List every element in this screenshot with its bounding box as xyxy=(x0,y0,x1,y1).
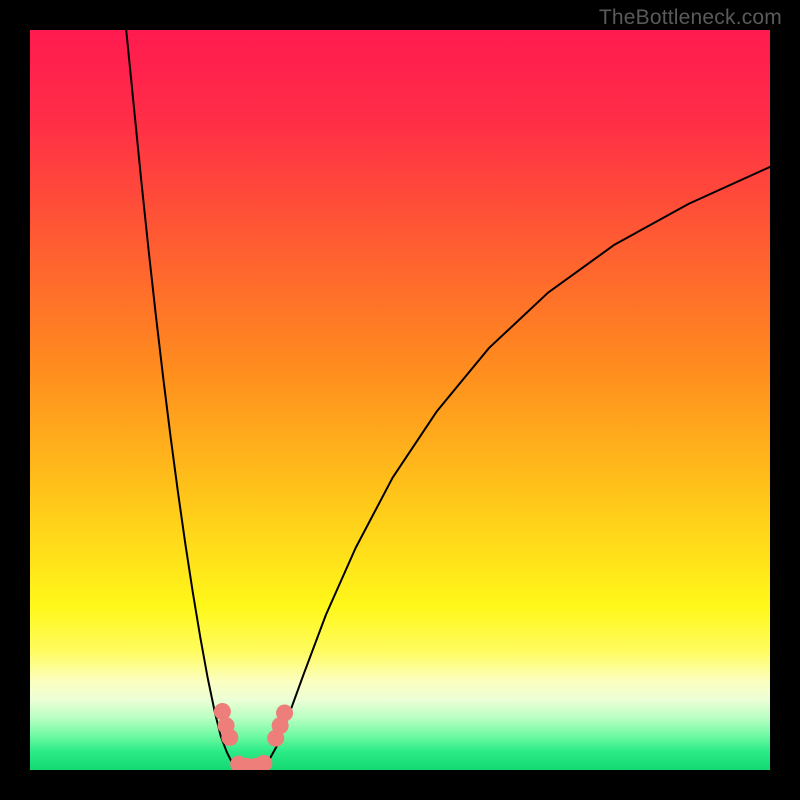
chart-frame: TheBottleneck.com xyxy=(0,0,800,800)
curve-path xyxy=(126,30,770,769)
curve-layer xyxy=(30,30,770,770)
bottleneck-curve xyxy=(126,30,770,769)
data-markers xyxy=(214,703,293,770)
marker-right-cluster-3 xyxy=(276,705,293,722)
marker-left-cluster-3 xyxy=(221,729,238,746)
plot-area xyxy=(30,30,770,770)
watermark-text: TheBottleneck.com xyxy=(599,6,782,30)
